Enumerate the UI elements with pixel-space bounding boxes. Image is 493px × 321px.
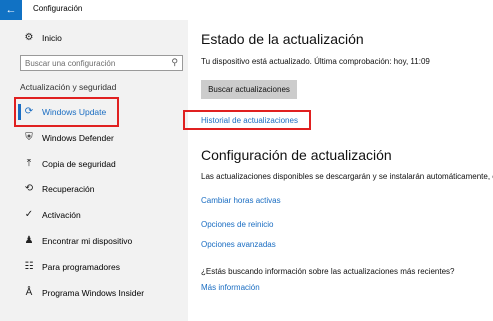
main-content: Estado de la actualización Tu dispositiv… bbox=[188, 20, 493, 321]
question-text: ¿Estás buscando información sobre las ac… bbox=[201, 267, 455, 276]
tools-icon: ☷ bbox=[24, 261, 34, 272]
title-bar: ← Configuración bbox=[0, 0, 493, 20]
sidebar-item-label: Windows Defender bbox=[42, 133, 114, 143]
more-info-link[interactable]: Más información bbox=[201, 283, 260, 292]
sidebar: ⚙ Inicio ⚲ Actualización y seguridad ⟳ W… bbox=[0, 20, 188, 321]
sidebar-item-windows-defender[interactable]: ⛨ Windows Defender bbox=[0, 127, 188, 149]
history-icon: ⟲ bbox=[24, 183, 34, 194]
advanced-options-link[interactable]: Opciones avanzadas bbox=[201, 240, 276, 249]
sidebar-item-find-device[interactable]: ♟ Encontrar mi dispositivo bbox=[0, 230, 188, 252]
highlight-box bbox=[14, 97, 119, 127]
sidebar-item-backup[interactable]: ⤒ Copia de seguridad bbox=[0, 153, 188, 175]
insider-icon: Å bbox=[25, 287, 33, 298]
sidebar-item-label: Inicio bbox=[42, 33, 62, 43]
window-title: Configuración bbox=[33, 4, 83, 13]
sidebar-item-insider[interactable]: Å Programa Windows Insider bbox=[0, 282, 188, 304]
status-title: Estado de la actualización bbox=[201, 31, 364, 47]
sidebar-item-label: Recuperación bbox=[42, 184, 95, 194]
shield-icon: ⛨ bbox=[25, 132, 33, 143]
arrow-left-icon: ← bbox=[5, 4, 17, 16]
highlight-box bbox=[183, 110, 311, 130]
check-updates-button[interactable]: Buscar actualizaciones bbox=[201, 80, 297, 99]
sidebar-item-developers[interactable]: ☷ Para programadores bbox=[0, 256, 188, 278]
backup-arrow-icon: ⤒ bbox=[26, 158, 32, 169]
check-circle-icon: ✓ bbox=[24, 209, 34, 220]
gear-icon: ⚙ bbox=[24, 32, 34, 43]
sidebar-item-label: Encontrar mi dispositivo bbox=[42, 236, 133, 246]
sidebar-item-label: Copia de seguridad bbox=[42, 159, 116, 169]
search-icon[interactable]: ⚲ bbox=[171, 57, 178, 68]
person-pin-icon: ♟ bbox=[24, 235, 34, 246]
section-label: Actualización y seguridad bbox=[20, 82, 117, 92]
sidebar-item-label: Para programadores bbox=[42, 262, 120, 272]
active-hours-link[interactable]: Cambiar horas activas bbox=[201, 196, 281, 205]
search-input[interactable] bbox=[25, 57, 165, 69]
config-text: Las actualizaciones disponibles se desca… bbox=[201, 172, 493, 181]
sidebar-item-activation[interactable]: ✓ Activación bbox=[0, 204, 188, 226]
sidebar-item-label: Programa Windows Insider bbox=[42, 288, 145, 298]
config-title: Configuración de actualización bbox=[201, 147, 392, 163]
sidebar-item-recovery[interactable]: ⟲ Recuperación bbox=[0, 178, 188, 200]
restart-options-link[interactable]: Opciones de reinicio bbox=[201, 220, 273, 229]
back-button[interactable]: ← bbox=[0, 0, 22, 20]
status-text: Tu dispositivo está actualizado. Última … bbox=[201, 57, 430, 66]
sidebar-item-label: Activación bbox=[42, 210, 81, 220]
sidebar-item-home[interactable]: ⚙ Inicio bbox=[0, 27, 188, 49]
search-box[interactable]: ⚲ bbox=[20, 55, 183, 71]
